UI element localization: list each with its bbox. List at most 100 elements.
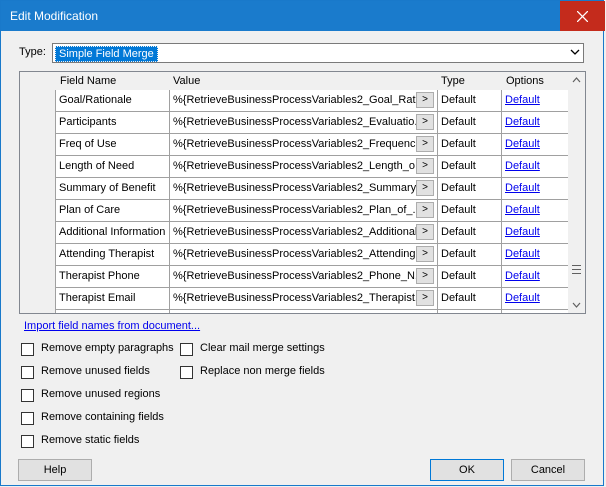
value-cell[interactable]: %{RetrieveBusinessProcessVariables2_Leng… [170, 156, 438, 178]
value-cell[interactable]: %{RetrieveBusinessProcessVariables2_Plan… [170, 200, 438, 222]
type-cell[interactable]: Default [438, 244, 502, 266]
field-name-cell[interactable]: Length of Need [56, 156, 170, 178]
options-link[interactable]: Default [505, 138, 540, 150]
table-row[interactable]: Summary of Benefit %{RetrieveBusinessProc… [56, 178, 570, 200]
type-cell[interactable]: Default [438, 288, 502, 310]
table-row[interactable]: Length of Need %{RetrieveBusinessProcessV… [56, 156, 570, 178]
options-cell: Default [502, 266, 570, 288]
options-cell: Default [502, 244, 570, 266]
options-link[interactable]: Default [505, 270, 540, 282]
value-browse-button[interactable]: > [416, 136, 434, 152]
value-browse-button[interactable]: > [416, 224, 434, 240]
table-row[interactable]: Additional Information %{RetrieveBusiness… [56, 222, 570, 244]
checkbox-label: Remove static fields [41, 434, 140, 446]
options-link[interactable]: Default [505, 226, 540, 238]
value-text: %{RetrieveBusinessProcessVariables2_Plan… [173, 204, 422, 216]
field-name-cell[interactable]: Therapist Phone [56, 266, 170, 288]
value-text: %{RetrieveBusinessProcessVariables2_Leng… [173, 160, 425, 172]
value-browse-button[interactable]: > [416, 92, 434, 108]
window-title: Edit Modification [10, 9, 99, 23]
field-name-cell[interactable]: Attending Therapist [56, 244, 170, 266]
import-field-names-link[interactable]: Import field names from document... [24, 320, 200, 332]
value-cell[interactable]: %{RetrieveBusinessProcessVariables2_Goal… [170, 90, 438, 112]
value-cell[interactable]: %{RetrieveBusinessProcessVariables2_Ther… [170, 288, 438, 310]
value-cell[interactable]: %{RetrieveBusinessProcessVariables2_Eval… [170, 112, 438, 134]
scroll-up-button[interactable] [568, 72, 585, 89]
type-selected-value: Simple Field Merge [55, 46, 158, 62]
type-cell[interactable]: Default [438, 112, 502, 134]
options-cell: Default [502, 222, 570, 244]
table-row[interactable]: Attending Therapist %{RetrieveBusinessPro… [56, 244, 570, 266]
cancel-button[interactable]: Cancel [511, 459, 585, 481]
vertical-scrollbar[interactable] [568, 72, 585, 313]
value-browse-button[interactable]: > [416, 114, 434, 130]
field-name-cell [56, 310, 170, 313]
options-link[interactable]: Default [505, 248, 540, 260]
type-cell[interactable]: Default [438, 200, 502, 222]
value-browse-button[interactable]: > [416, 202, 434, 218]
close-icon [576, 10, 589, 23]
scroll-down-icon [572, 302, 581, 308]
type-cell[interactable]: Default [438, 90, 502, 112]
value-browse-button[interactable]: > [416, 180, 434, 196]
type-dropdown[interactable]: Simple Field Merge [52, 43, 584, 63]
value-text: %{RetrieveBusinessProcessVariables2_Phon… [173, 270, 425, 282]
table-row[interactable]: Freq of Use %{RetrieveBusinessProcessVari… [56, 134, 570, 156]
options-link[interactable]: Default [505, 94, 540, 106]
scroll-thumb-grip[interactable] [572, 265, 581, 279]
options-link[interactable]: Default [505, 160, 540, 172]
field-name-cell[interactable]: Participants [56, 112, 170, 134]
value-browse-button[interactable]: > [416, 268, 434, 284]
column-header-options: Options [506, 75, 544, 87]
field-name-cell[interactable]: Additional Information [56, 222, 170, 244]
checkbox-label: Replace non merge fields [200, 365, 325, 377]
value-browse-button[interactable]: > [416, 290, 434, 306]
value-cell[interactable]: %{RetrieveBusinessProcessVariables2_Atte… [170, 244, 438, 266]
table-row[interactable]: Therapist Email %{RetrieveBusinessProcess… [56, 288, 570, 310]
field-grid[interactable]: Field Name Value Type Options Goal/Ratio… [19, 71, 586, 314]
value-browse-button[interactable]: > [416, 246, 434, 262]
field-name-cell[interactable]: Therapist Email [56, 288, 170, 310]
options-link[interactable]: Default [505, 116, 540, 128]
value-text: %{RetrieveBusinessProcessVariables2_Addi… [173, 226, 427, 238]
table-row[interactable]: Participants %{RetrieveBusinessProcessVar… [56, 112, 570, 134]
type-cell[interactable]: Default [438, 178, 502, 200]
value-cell[interactable]: %{RetrieveBusinessProcessVariables2_Addi… [170, 222, 438, 244]
options-cell: Default [502, 156, 570, 178]
options-link[interactable]: Default [505, 182, 540, 194]
scroll-up-icon [572, 77, 581, 83]
table-row[interactable]: Therapist Phone %{RetrieveBusinessProcess… [56, 266, 570, 288]
options-cell: Default [502, 178, 570, 200]
type-label: Type: [19, 46, 46, 58]
options-link[interactable]: Default [505, 292, 540, 304]
ok-button[interactable]: OK [430, 459, 504, 481]
value-browse-button[interactable]: > [416, 158, 434, 174]
checkbox-box [21, 343, 34, 356]
checkbox-label: Remove unused regions [41, 388, 161, 400]
value-cell[interactable]: %{RetrieveBusinessProcessVariables2_Summ… [170, 178, 438, 200]
field-name-cell[interactable]: Freq of Use [56, 134, 170, 156]
options-cell: Default [502, 112, 570, 134]
value-text: %{RetrieveBusinessProcessVariables2_Freq… [173, 138, 425, 150]
checkbox-label: Clear mail merge settings [200, 342, 325, 354]
type-cell[interactable]: Default [438, 266, 502, 288]
type-cell[interactable]: Default [438, 134, 502, 156]
help-button[interactable]: Help [18, 459, 92, 481]
type-cell[interactable]: Default [438, 156, 502, 178]
table-row[interactable]: Goal/Rationale %{RetrieveBusinessProcessV… [56, 90, 570, 112]
value-text: %{RetrieveBusinessProcessVariables2_Atte… [173, 248, 425, 260]
checkbox-box [21, 389, 34, 402]
close-button[interactable] [560, 1, 605, 31]
field-name-cell[interactable]: Plan of Care [56, 200, 170, 222]
field-name-cell[interactable]: Goal/Rationale [56, 90, 170, 112]
options-cell: Default [502, 288, 570, 310]
value-cell[interactable]: %{RetrieveBusinessProcessVariables2_Freq… [170, 134, 438, 156]
type-cell [438, 310, 502, 313]
checkbox-box [21, 366, 34, 379]
options-link[interactable]: Default [505, 204, 540, 216]
value-cell[interactable]: %{RetrieveBusinessProcessVariables2_Phon… [170, 266, 438, 288]
table-row[interactable]: Plan of Care %{RetrieveBusinessProcessVar… [56, 200, 570, 222]
field-name-cell[interactable]: Summary of Benefit [56, 178, 170, 200]
type-cell[interactable]: Default [438, 222, 502, 244]
scroll-down-button[interactable] [568, 296, 585, 313]
